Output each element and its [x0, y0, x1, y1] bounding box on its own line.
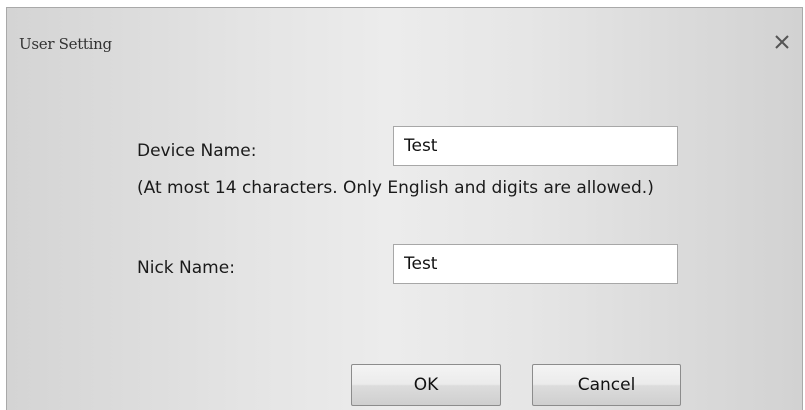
nick-name-label: Nick Name: — [137, 258, 235, 278]
device-name-hint: (At most 14 characters. Only English and… — [137, 178, 654, 198]
device-name-label: Device Name: — [137, 141, 257, 161]
close-icon[interactable] — [770, 30, 794, 54]
dialog-title: User Setting — [19, 35, 112, 53]
device-name-field[interactable] — [393, 126, 678, 166]
user-setting-dialog: User Setting Device Name: (At most 14 ch… — [6, 7, 803, 410]
cancel-button[interactable]: Cancel — [532, 364, 681, 406]
nick-name-field[interactable] — [393, 244, 678, 284]
ok-button[interactable]: OK — [351, 364, 501, 406]
